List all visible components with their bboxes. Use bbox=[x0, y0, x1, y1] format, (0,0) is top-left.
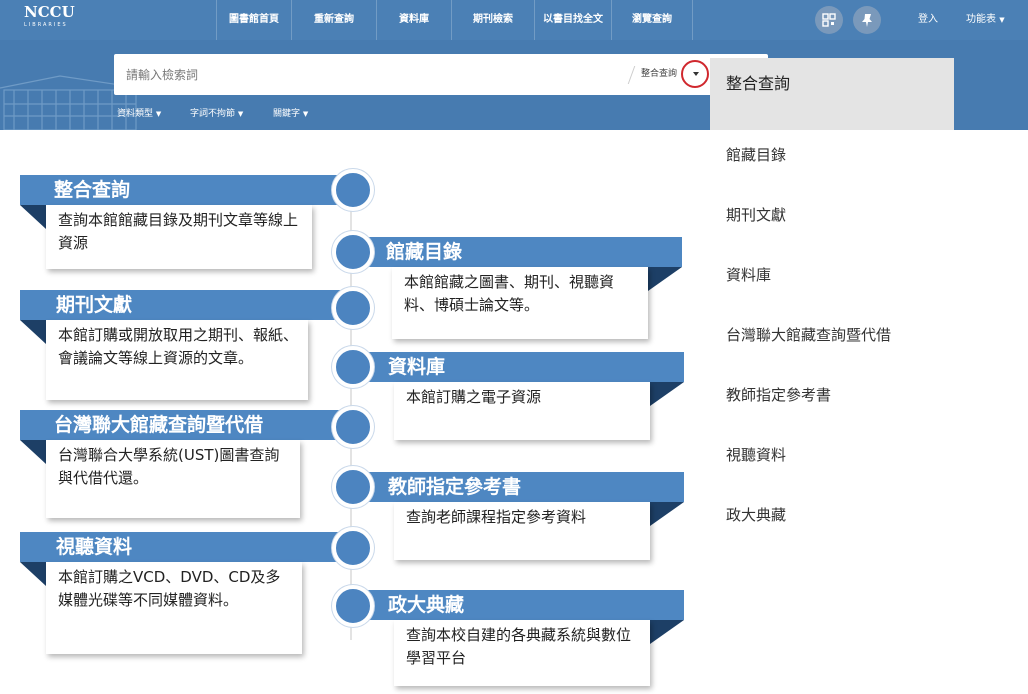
timeline-desc-library-catalog: 本館館藏之圖書、期刊、視聽資料、博碩士論文等。 bbox=[392, 267, 648, 339]
timeline-desc-nccu-repository: 查詢本校自建的各典藏系統與數位學習平台 bbox=[394, 620, 650, 686]
ribbon-fold bbox=[650, 620, 684, 644]
login-link[interactable]: 登入 bbox=[908, 0, 948, 40]
ribbon-fold bbox=[20, 320, 46, 344]
timeline-desc-audiovisual: 本館訂購之VCD、DVD、CD及多媒體光碟等不同媒體資料。 bbox=[46, 562, 302, 654]
functions-menu[interactable]: 功能表 ▼ bbox=[966, 0, 1026, 40]
nav-divider bbox=[692, 0, 693, 40]
pin-button[interactable] bbox=[853, 6, 881, 34]
timeline-node[interactable] bbox=[332, 169, 374, 211]
timeline-node[interactable] bbox=[332, 527, 374, 569]
timeline-node[interactable] bbox=[332, 585, 374, 627]
filter-material-type[interactable]: 資料類型 ▼ bbox=[117, 106, 161, 122]
functions-menu-label: 功能表 bbox=[966, 14, 996, 25]
search-scope-label: 整合查詢 bbox=[641, 69, 678, 79]
dropdown-item-library-catalog[interactable]: 館藏目錄 bbox=[710, 130, 954, 190]
chevron-down-icon: ▼ bbox=[155, 110, 162, 118]
timeline-node[interactable] bbox=[332, 346, 374, 388]
timeline-desc-journal-articles: 本館訂購或開放取用之期刊、報紙、會議論文等線上資源的文章。 bbox=[46, 320, 308, 400]
timeline-title-library-catalog[interactable]: 館藏目錄 bbox=[360, 237, 682, 267]
qr-code-button[interactable] bbox=[815, 6, 843, 34]
search-box: 整合查詢 bbox=[114, 54, 768, 95]
timeline-node[interactable] bbox=[332, 231, 374, 273]
filter-word-match[interactable]: 字詞不拘節 ▼ bbox=[190, 106, 243, 122]
timeline-title-databases[interactable]: 資料庫 bbox=[360, 352, 684, 382]
timeline-desc-course-reserves: 查詢老師課程指定參考資料 bbox=[394, 502, 650, 560]
dropdown-item-nccu-repository[interactable]: 政大典藏 bbox=[710, 490, 954, 550]
ribbon-fold bbox=[648, 267, 682, 291]
qr-code-icon bbox=[822, 13, 836, 27]
dropdown-item-integrated-search[interactable]: 整合查詢 bbox=[710, 58, 954, 130]
timeline-title-course-reserves[interactable]: 教師指定參考書 bbox=[360, 472, 684, 502]
scope-divider bbox=[627, 66, 636, 84]
dropdown-item-journal-articles[interactable]: 期刊文獻 bbox=[710, 190, 954, 250]
dropdown-item-ust-union-catalog[interactable]: 台灣聯大館藏查詢暨代借 bbox=[710, 310, 954, 370]
ribbon-fold bbox=[650, 502, 684, 526]
nav-browse-search[interactable]: 瀏覽查詢 bbox=[612, 0, 692, 40]
dropdown-item-databases[interactable]: 資料庫 bbox=[710, 250, 954, 310]
filter-material-type-label: 資料類型 bbox=[117, 109, 154, 119]
caret-down-icon bbox=[693, 72, 699, 76]
chevron-down-icon: ▼ bbox=[999, 16, 1005, 24]
timeline-title-ust-union-catalog[interactable]: 台灣聯大館藏查詢暨代借 bbox=[20, 410, 340, 440]
nav-citation-fulltext[interactable]: 以書目找全文 bbox=[535, 0, 611, 40]
timeline-desc-integrated-search: 查詢本館館藏目錄及期刊文章等線上資源 bbox=[46, 205, 312, 269]
nav-new-search[interactable]: 重新查詢 bbox=[292, 0, 376, 40]
chevron-down-icon: ▼ bbox=[302, 110, 309, 118]
timeline-title-audiovisual[interactable]: 視聽資料 bbox=[20, 532, 340, 562]
chevron-down-icon: ▼ bbox=[237, 110, 244, 118]
filter-search-field-label: 關鍵字 bbox=[273, 109, 301, 119]
ribbon-fold bbox=[20, 562, 46, 586]
search-scope-dropdown-menu: 整合查詢 館藏目錄 期刊文獻 資料庫 台灣聯大館藏查詢暨代借 教師指定參考書 視… bbox=[710, 58, 954, 550]
ribbon-fold bbox=[20, 440, 46, 464]
nav-library-home[interactable]: 圖書館首頁 bbox=[217, 0, 291, 40]
top-navigation-bar: NCCU LIBRARIES 圖書館首頁 重新查詢 資料庫 期刊檢索 以書目找全… bbox=[0, 0, 1028, 40]
timeline-desc-ust-union-catalog: 台灣聯合大學系統(UST)圖書查詢與代借代還。 bbox=[46, 440, 300, 518]
search-input[interactable] bbox=[126, 60, 616, 89]
nav-databases[interactable]: 資料庫 bbox=[377, 0, 451, 40]
nccu-libraries-logo[interactable]: NCCU LIBRARIES bbox=[24, 4, 76, 34]
dropdown-item-audiovisual[interactable]: 視聽資料 bbox=[710, 430, 954, 490]
filter-word-match-label: 字詞不拘節 bbox=[190, 109, 236, 119]
filter-search-field[interactable]: 關鍵字 ▼ bbox=[273, 106, 308, 122]
timeline-title-nccu-repository[interactable]: 政大典藏 bbox=[360, 590, 684, 620]
timeline-node[interactable] bbox=[332, 406, 374, 448]
logo-sub-text: LIBRARIES bbox=[24, 22, 68, 28]
ribbon-fold bbox=[650, 382, 684, 406]
dropdown-item-course-reserves[interactable]: 教師指定參考書 bbox=[710, 370, 954, 430]
timeline-node[interactable] bbox=[332, 287, 374, 329]
search-scope-dropdown-toggle[interactable] bbox=[681, 60, 709, 88]
pin-icon bbox=[862, 14, 872, 27]
timeline-node[interactable] bbox=[332, 466, 374, 508]
timeline-desc-databases: 本館訂購之電子資源 bbox=[394, 382, 650, 440]
timeline-title-journal-articles[interactable]: 期刊文獻 bbox=[20, 290, 340, 320]
ribbon-fold bbox=[20, 205, 46, 229]
timeline-title-integrated-search[interactable]: 整合查詢 bbox=[20, 175, 340, 205]
logo-main-text: NCCU bbox=[24, 3, 75, 21]
nav-journal-search[interactable]: 期刊檢索 bbox=[452, 0, 534, 40]
